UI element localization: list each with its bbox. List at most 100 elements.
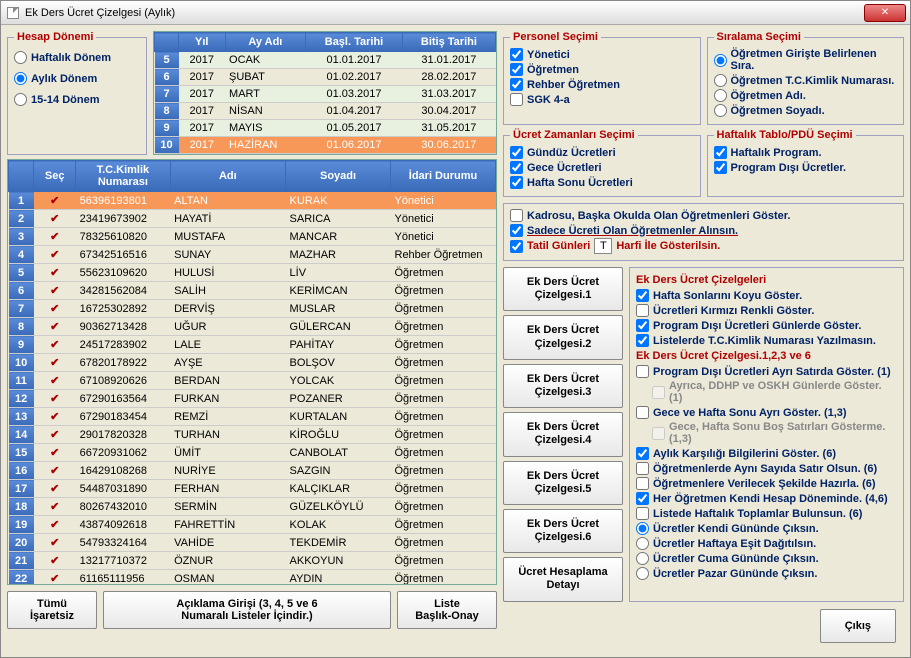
group1-check-1[interactable]: Ücretleri Kırmızı Renkli Göster. (636, 303, 897, 318)
month-row[interactable]: 52017OCAK01.01.201731.01.2017 (155, 52, 496, 69)
group2-check-0[interactable]: Program Dışı Ücretleri Ayrı Satırda Göst… (636, 364, 897, 379)
teacher-table[interactable]: SeçT.C.Kimlik NumarasıAdıSoyadıİdari Dur… (7, 159, 497, 585)
month-row[interactable]: 92017MAYIS01.05.201731.05.2017 (155, 120, 496, 137)
action-button-3[interactable]: Ek Ders Ücret Çizelgesi.4 (503, 412, 623, 456)
personel-option-3[interactable]: SGK 4-a (510, 92, 694, 107)
group2-check-5[interactable]: Öğretmenlerde Aynı Sayıda Satır Olsun. (… (636, 461, 897, 476)
row-check-icon[interactable]: ✔ (34, 516, 76, 534)
haftalik-option-0[interactable]: Haftalık Program. (714, 145, 898, 160)
table-row[interactable]: 13✔67290183454REMZİKURTALANÖğretmen (9, 408, 496, 426)
siralama-option-3[interactable]: Öğretmen Soyadı. (714, 103, 898, 118)
haftalik-option-1[interactable]: Program Dışı Ücretler. (714, 160, 898, 175)
siralama-option-2[interactable]: Öğretmen Adı. (714, 88, 898, 103)
table-row[interactable]: 5✔55623109620HULUSİLİVÖğretmen (9, 264, 496, 282)
table-row[interactable]: 9✔24517283902LALEPAHİTAYÖğretmen (9, 336, 496, 354)
group2-check-7[interactable]: Her Öğretmen Kendi Hesap Döneminde. (4,6… (636, 491, 897, 506)
group1-check-0[interactable]: Hafta Sonlarını Koyu Göster. (636, 288, 897, 303)
table-row[interactable]: 6✔34281562084SALİHKERİMCANÖğretmen (9, 282, 496, 300)
row-check-icon[interactable]: ✔ (34, 336, 76, 354)
group2-radio-1[interactable]: Ücretler Haftaya Eşit Dağıtılsın. (636, 536, 897, 551)
row-check-icon[interactable]: ✔ (34, 282, 76, 300)
table-row[interactable]: 17✔54487031890FERHANKALÇIKLARÖğretmen (9, 480, 496, 498)
month-row[interactable]: 62017ŞUBAT01.02.201728.02.2017 (155, 69, 496, 86)
exit-button[interactable]: Çıkış (820, 609, 896, 643)
explanation-entry-button[interactable]: Açıklama Girişi (3, 4, 5 ve 6 Numaralı L… (103, 591, 391, 629)
zaman-option-1[interactable]: Gece Ücretleri (510, 160, 694, 175)
action-button-0[interactable]: Ek Ders Ücret Çizelgesi.1 (503, 267, 623, 311)
unmark-all-button[interactable]: Tümü İşaretsiz (7, 591, 97, 629)
row-check-icon[interactable]: ✔ (34, 498, 76, 516)
period-option-0[interactable]: Haftalık Dönem (14, 47, 140, 68)
group1-check-2[interactable]: Program Dışı Ücretleri Günlerde Göster. (636, 318, 897, 333)
month-row[interactable]: 82017NİSAN01.04.201730.04.2017 (155, 103, 496, 120)
row-check-icon[interactable]: ✔ (34, 246, 76, 264)
row-check-icon[interactable]: ✔ (34, 444, 76, 462)
group2-check-4[interactable]: Aylık Karşılığı Bilgilerini Göster. (6) (636, 446, 897, 461)
list-header-approve-button[interactable]: Liste Başlık-Onay (397, 591, 497, 629)
tatil-letter-input[interactable] (594, 238, 612, 254)
mid-check-1[interactable]: Sadece Ücreti Olan Öğretmenler Alınsın. (510, 223, 897, 238)
close-button[interactable]: ✕ (864, 4, 906, 22)
row-check-icon[interactable]: ✔ (34, 462, 76, 480)
table-row[interactable]: 12✔67290163564FURKANPOZANERÖğretmen (9, 390, 496, 408)
row-check-icon[interactable]: ✔ (34, 480, 76, 498)
table-row[interactable]: 7✔16725302892DERVİŞMUSLARÖğretmen (9, 300, 496, 318)
action-button-4[interactable]: Ek Ders Ücret Çizelgesi.5 (503, 461, 623, 505)
table-row[interactable]: 2✔23419673902HAYATİSARICAYönetici (9, 210, 496, 228)
group2-check-2[interactable]: Gece ve Hafta Sonu Ayrı Göster. (1,3) (636, 405, 897, 420)
action-button-6[interactable]: Ücret Hesaplama Detayı (503, 557, 623, 601)
row-check-icon[interactable]: ✔ (34, 264, 76, 282)
group2-radio-0[interactable]: Ücretler Kendi Gününde Çıksın. (636, 521, 897, 536)
zaman-option-0[interactable]: Gündüz Ücretleri (510, 145, 694, 160)
row-check-icon[interactable]: ✔ (34, 408, 76, 426)
mid-check-0[interactable]: Kadrosu, Başka Okulda Olan Öğretmenleri … (510, 208, 897, 223)
month-row[interactable]: 72017MART01.03.201731.03.2017 (155, 86, 496, 103)
personel-option-2[interactable]: Rehber Öğretmen (510, 77, 694, 92)
zaman-option-2[interactable]: Hafta Sonu Ücretleri (510, 175, 694, 190)
period-option-2[interactable]: 15-14 Dönem (14, 89, 140, 110)
personel-option-0[interactable]: Yönetici (510, 47, 694, 62)
row-check-icon[interactable]: ✔ (34, 570, 76, 586)
table-row[interactable]: 22✔61165111956OSMANAYDINÖğretmen (9, 570, 496, 586)
table-row[interactable]: 3✔78325610820MUSTAFAMANCARYönetici (9, 228, 496, 246)
group2-radio-3[interactable]: Ücretler Pazar Gününde Çıksın. (636, 566, 897, 581)
table-row[interactable]: 16✔16429108268NURİYESAZGINÖğretmen (9, 462, 496, 480)
action-button-5[interactable]: Ek Ders Ücret Çizelgesi.6 (503, 509, 623, 553)
month-row[interactable]: 102017HAZİRAN01.06.201730.06.2017 (155, 137, 496, 154)
row-check-icon[interactable]: ✔ (34, 426, 76, 444)
row-check-icon[interactable]: ✔ (34, 210, 76, 228)
action-button-1[interactable]: Ek Ders Ücret Çizelgesi.2 (503, 315, 623, 359)
table-row[interactable]: 8✔90362713428UĞURGÜLERCANÖğretmen (9, 318, 496, 336)
period-option-1[interactable]: Aylık Dönem (14, 68, 140, 89)
table-row[interactable]: 11✔67108920626BERDANYOLCAKÖğretmen (9, 372, 496, 390)
row-check-icon[interactable]: ✔ (34, 228, 76, 246)
row-check-icon[interactable]: ✔ (34, 318, 76, 336)
personel-option-1[interactable]: Öğretmen (510, 62, 694, 77)
siralama-option-1[interactable]: Öğretmen T.C.Kimlik Numarası. (714, 73, 898, 88)
row-check-icon[interactable]: ✔ (34, 300, 76, 318)
group1-check-3[interactable]: Listelerde T.C.Kimlik Numarası Yazılması… (636, 333, 897, 348)
tatil-checkbox[interactable] (510, 240, 523, 253)
row-check-icon[interactable]: ✔ (34, 354, 76, 372)
table-row[interactable]: 21✔13217710372ÖZNURAKKOYUNÖğretmen (9, 552, 496, 570)
table-row[interactable]: 1✔56396193801ALTANKURAKYönetici (9, 192, 496, 210)
table-row[interactable]: 18✔80267432010SERMİNGÜZELKÖYLÜÖğretmen (9, 498, 496, 516)
table-row[interactable]: 4✔67342516516SUNAYMAZHARRehber Öğretmen (9, 246, 496, 264)
table-row[interactable]: 15✔66720931062ÜMİTCANBOLATÖğretmen (9, 444, 496, 462)
row-check-icon[interactable]: ✔ (34, 192, 76, 210)
row-check-icon[interactable]: ✔ (34, 552, 76, 570)
month-table[interactable]: YılAy AdıBaşl. TarihiBitiş Tarihi52017OC… (153, 31, 497, 155)
row-check-icon[interactable]: ✔ (34, 390, 76, 408)
group2-check-6[interactable]: Öğretmenlere Verilecek Şekilde Hazırla. … (636, 476, 897, 491)
row-check-icon[interactable]: ✔ (34, 372, 76, 390)
group2-check-8[interactable]: Listede Haftalık Toplamlar Bulunsun. (6) (636, 506, 897, 521)
action-button-2[interactable]: Ek Ders Ücret Çizelgesi.3 (503, 364, 623, 408)
row-check-icon[interactable]: ✔ (34, 534, 76, 552)
table-row[interactable]: 10✔67820178922AYŞEBOLŞOVÖğretmen (9, 354, 496, 372)
table-row[interactable]: 20✔54793324164VAHİDETEKDEMİRÖğretmen (9, 534, 496, 552)
table-row[interactable]: 14✔29017820328TURHANKİROĞLUÖğretmen (9, 426, 496, 444)
table-row[interactable]: 19✔43874092618FAHRETTİNKOLAKÖğretmen (9, 516, 496, 534)
main-header: T.C.Kimlik Numarası (76, 161, 170, 192)
group2-radio-2[interactable]: Ücretler Cuma Gününde Çıksın. (636, 551, 897, 566)
siralama-option-0[interactable]: Öğretmen Girişte Belirlenen Sıra. (714, 47, 898, 73)
